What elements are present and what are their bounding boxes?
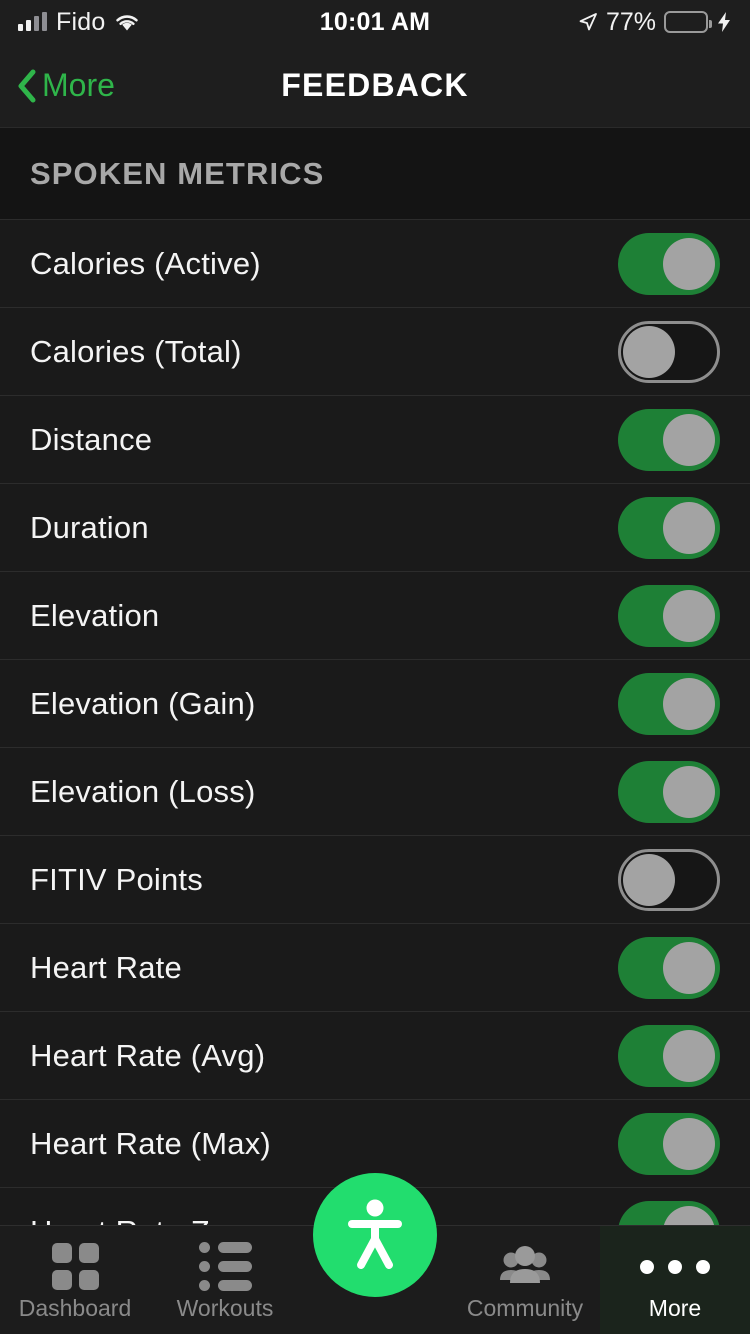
status-bar-left: Fido: [18, 8, 140, 37]
settings-row-label: Duration: [30, 509, 149, 545]
settings-row-label: Calories (Active): [30, 245, 261, 281]
toggle-knob: [623, 853, 675, 906]
grid-icon: [51, 1243, 99, 1290]
tab-dashboard[interactable]: Dashboard: [0, 1226, 150, 1334]
settings-list: Calories (Active) Calories (Total) Distanc…: [0, 220, 750, 1276]
toggle-knob: [663, 413, 715, 466]
chevron-left-icon: [16, 69, 38, 103]
settings-row-label: Elevation (Loss): [30, 773, 256, 809]
status-bar-clock: 10:01 AM: [319, 7, 431, 36]
settings-row[interactable]: Distance: [0, 396, 750, 484]
toggle-knob: [663, 1117, 715, 1170]
back-button-label: More: [42, 67, 115, 103]
settings-row-label: Heart Rate (Avg): [30, 1037, 266, 1073]
settings-row-toggle[interactable]: [618, 232, 720, 295]
settings-row[interactable]: FITIV Points: [0, 836, 750, 924]
toggle-knob: [623, 325, 675, 378]
wifi-icon: [114, 12, 140, 32]
settings-row-toggle[interactable]: [618, 672, 720, 735]
settings-row-toggle[interactable]: [618, 936, 720, 999]
settings-row-toggle[interactable]: [618, 584, 720, 647]
settings-row-label: Heart Rate (Max): [30, 1125, 271, 1161]
page-title: FEEDBACK: [281, 67, 469, 103]
settings-row-label: Distance: [30, 421, 153, 457]
settings-row[interactable]: Calories (Total): [0, 308, 750, 396]
accessibility-person-icon: [340, 1195, 410, 1276]
settings-row-label: Heart Rate: [30, 949, 182, 985]
settings-row-label: Elevation (Gain): [30, 685, 256, 721]
tab-workouts[interactable]: Workouts: [150, 1226, 300, 1334]
settings-row-toggle[interactable]: [618, 1112, 720, 1175]
status-bar-right: 77%: [578, 8, 732, 37]
start-workout-fab[interactable]: [313, 1173, 437, 1297]
navigation-bar: More FEEDBACK: [0, 44, 750, 128]
settings-row[interactable]: Calories (Active): [0, 220, 750, 308]
settings-row[interactable]: Elevation (Loss): [0, 748, 750, 836]
settings-row-toggle[interactable]: [618, 848, 720, 911]
carrier-name: Fido: [56, 7, 106, 36]
settings-row-toggle[interactable]: [618, 320, 720, 383]
cellular-signal-icon: [18, 12, 47, 31]
section-header: SPOKEN METRICS: [0, 128, 750, 220]
section-header-label: SPOKEN METRICS: [30, 155, 325, 191]
app-screen: Fido 10:01 AM 77% More FEEDBACK SPOKEN M…: [0, 0, 750, 1334]
settings-row[interactable]: Duration: [0, 484, 750, 572]
list-icon: [198, 1242, 252, 1291]
status-bar: Fido 10:01 AM 77%: [0, 0, 750, 44]
ellipsis-icon: [640, 1245, 710, 1289]
back-button[interactable]: More: [0, 67, 115, 104]
toggle-knob: [663, 765, 715, 818]
settings-row-label: Calories (Total): [30, 333, 242, 369]
settings-row-label: FITIV Points: [30, 861, 203, 897]
lightning-bolt-icon: [716, 11, 732, 33]
settings-row-toggle[interactable]: [618, 1024, 720, 1087]
toggle-knob: [663, 941, 715, 994]
settings-row[interactable]: Heart Rate (Avg): [0, 1012, 750, 1100]
settings-row[interactable]: Elevation (Gain): [0, 660, 750, 748]
settings-row[interactable]: Heart Rate: [0, 924, 750, 1012]
settings-row-toggle[interactable]: [618, 760, 720, 823]
battery-percentage: 77%: [605, 7, 656, 36]
tab-community[interactable]: Community: [450, 1226, 600, 1334]
tab-more-label: More: [648, 1294, 702, 1321]
settings-row-toggle[interactable]: [618, 496, 720, 559]
settings-row[interactable]: Elevation: [0, 572, 750, 660]
tab-workouts-label: Workouts: [176, 1294, 274, 1321]
people-group-icon: [497, 1245, 553, 1289]
toggle-knob: [663, 237, 715, 290]
toggle-knob: [663, 677, 715, 730]
tab-community-label: Community: [466, 1294, 584, 1321]
settings-row-label: Elevation: [30, 597, 160, 633]
location-arrow-icon: [578, 12, 598, 32]
battery-icon: [664, 11, 712, 33]
settings-row-toggle[interactable]: [618, 408, 720, 471]
toggle-knob: [663, 501, 715, 554]
tab-dashboard-label: Dashboard: [18, 1294, 132, 1321]
toggle-knob: [663, 589, 715, 642]
tab-more[interactable]: More: [600, 1226, 750, 1334]
toggle-knob: [663, 1029, 715, 1082]
